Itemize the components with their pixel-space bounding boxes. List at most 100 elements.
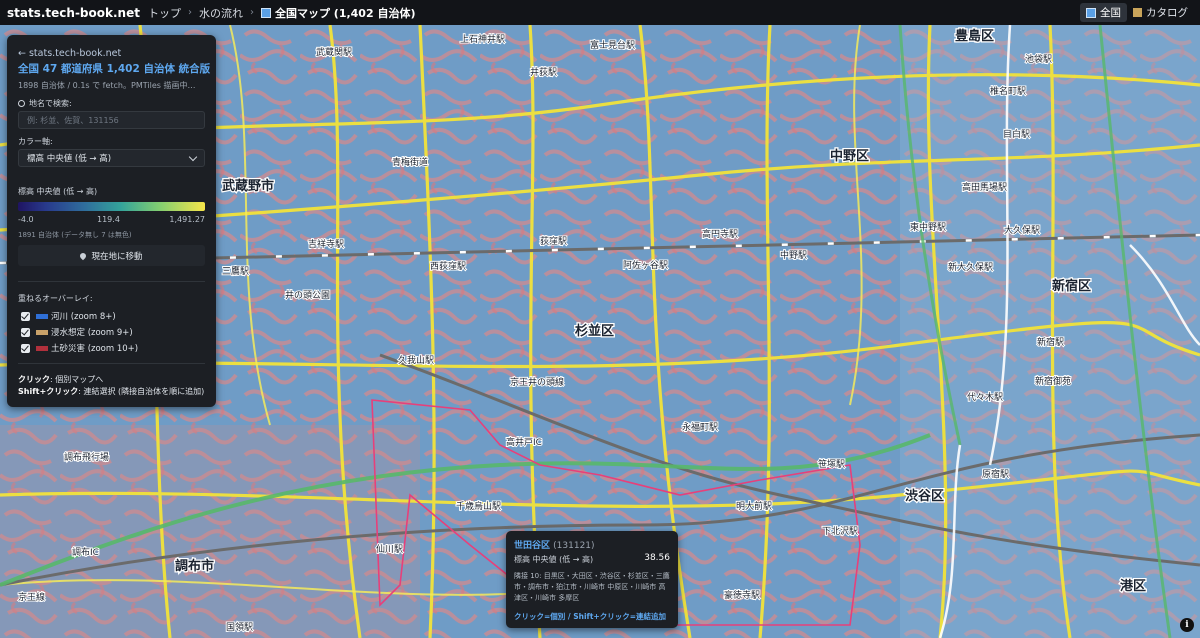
help-click: クリック: 個別マップへ — [18, 375, 104, 384]
map-label: 調布市 — [175, 558, 214, 574]
map-label: 吉祥寺駅 — [308, 238, 344, 250]
overlay-river-label: 河川 (zoom 8+) — [51, 312, 116, 322]
map-label: 千歳烏山駅 — [456, 500, 501, 512]
divider — [18, 281, 205, 282]
pin-icon — [79, 251, 88, 260]
overlay-landslide[interactable]: 土砂災害 (zoom 10+) — [21, 342, 138, 354]
map-label: 調布IC — [72, 546, 99, 558]
overlay-landslide-label: 土砂災害 (zoom 10+) — [51, 344, 139, 354]
search-input[interactable] — [18, 111, 205, 129]
search-label: 地名で検索: — [18, 98, 72, 109]
map-label: 上石神井駅 — [460, 33, 505, 45]
map-label: 京王線 — [18, 591, 45, 603]
back-link[interactable]: ← stats.tech-book.net — [18, 48, 121, 59]
map-label: 代々木駅 — [967, 391, 1003, 403]
map-label: 大久保駅 — [1004, 224, 1040, 236]
legend-mid: 119.4 — [97, 215, 120, 224]
control-panel: ← stats.tech-book.net 全国 47 都道府県 1,402 自… — [7, 35, 216, 407]
breadcrumb-water-flow[interactable]: 水の流れ — [199, 5, 243, 21]
legend-max: 1,491.27 — [169, 215, 205, 224]
map-label: 永福町駅 — [682, 421, 718, 433]
loading-status: 1898 自治体 / 0.1s で fetch。PMTiles 描画中… — [18, 81, 196, 90]
map-label: 明大前駅 — [736, 500, 772, 512]
info-icon[interactable]: i — [1180, 618, 1194, 632]
map-label: 武蔵関駅 — [316, 46, 352, 58]
locate-button[interactable]: 現在地に移動 — [18, 245, 205, 266]
tooltip-metric: 標高 中央値 (低 → 高) — [514, 555, 594, 564]
map-icon — [1086, 7, 1096, 18]
breadcrumb-separator-icon: › — [187, 7, 192, 18]
map-label: 新大久保駅 — [948, 261, 993, 273]
map-label: 新宿御苑 — [1035, 375, 1071, 387]
color-scale-bar — [18, 202, 205, 211]
map-label: 原宿駅 — [982, 468, 1009, 480]
nav-catalog-button[interactable]: カタログ — [1127, 3, 1194, 22]
map-label: 武蔵野市 — [222, 178, 274, 194]
tooltip-hint: クリック=個別 / Shift+クリック=連結追加 — [514, 612, 666, 621]
color-axis-value: 標高 中央値 (低 → 高) — [27, 154, 112, 164]
map-label: 三鷹駅 — [222, 265, 249, 277]
breadcrumb-top[interactable]: トップ — [148, 5, 181, 21]
map-label: 新宿区 — [1052, 278, 1091, 294]
search-label-text: 地名で検索: — [29, 99, 72, 108]
map-label: 豪徳寺駅 — [724, 589, 760, 601]
map-label: 渋谷区 — [905, 488, 944, 504]
map-label: 久我山駅 — [398, 354, 434, 366]
map-label: 下北沢駅 — [822, 525, 858, 537]
river-swatch — [36, 313, 48, 319]
breadcrumb-current: 全国マップ (1,402 自治体) — [260, 5, 415, 21]
nav-all-label: 全国 — [1100, 7, 1121, 19]
nav-all-button[interactable]: 全国 — [1080, 3, 1127, 22]
breadcrumb-separator-icon: › — [249, 7, 254, 18]
top-bar: stats.tech-book.net トップ › 水の流れ › 全国マップ (… — [0, 0, 1200, 25]
search-icon — [18, 100, 25, 107]
map-label: 椎名町駅 — [990, 85, 1026, 97]
color-axis-select[interactable]: 標高 中央値 (低 → 高) — [18, 149, 205, 167]
overlay-flood[interactable]: 浸水想定 (zoom 9+) — [21, 326, 133, 338]
overlay-label: 重ねるオーバーレイ: — [18, 294, 93, 303]
map-label: 中野駅 — [780, 249, 807, 261]
map-icon — [260, 7, 271, 18]
checkbox-checked-icon[interactable] — [21, 343, 30, 353]
map-label: 仙川駅 — [376, 543, 403, 555]
legend-min: -4.0 — [18, 215, 34, 224]
legend-title: 標高 中央値 (低 → 高) — [18, 187, 98, 196]
map-label: 高井戸IC — [506, 436, 542, 448]
locate-button-label: 現在地に移動 — [91, 251, 143, 262]
tooltip-value: 38.56 — [644, 553, 670, 563]
divider — [18, 363, 205, 364]
landslide-swatch — [36, 345, 48, 351]
map-label: 国領駅 — [226, 621, 253, 633]
map-label: 豊島区 — [955, 28, 994, 44]
overlay-river[interactable]: 河川 (zoom 8+) — [21, 310, 116, 322]
brand-link[interactable]: stats.tech-book.net — [7, 6, 140, 20]
color-axis-label: カラー軸: — [18, 137, 53, 146]
map-label: 笹塚駅 — [818, 458, 845, 470]
checkbox-checked-icon[interactable] — [21, 311, 30, 321]
tooltip-title: 世田谷区 (131121) — [514, 541, 595, 551]
map-label: 港区 — [1120, 578, 1146, 594]
map-label: 井荻駅 — [530, 66, 557, 78]
map-label: 目白駅 — [1003, 128, 1030, 140]
help-shift-click: Shift+クリック: 連結選択 (隣接自治体を順に追加) — [18, 387, 205, 396]
map-label: 杉並区 — [575, 323, 614, 339]
map-label: 中野区 — [830, 148, 869, 164]
flood-swatch — [36, 329, 48, 335]
map-label: 青梅街道 — [392, 156, 428, 168]
map-label: 新宿駅 — [1037, 336, 1064, 348]
map-label: 東中野駅 — [910, 221, 946, 233]
right-nav: 全国 カタログ — [1080, 3, 1194, 22]
map-label: 井の頭公園 — [285, 289, 330, 301]
books-icon — [1133, 8, 1142, 17]
count-note: 1891 自治体 (データ無し 7 は無色) — [18, 231, 132, 239]
map-label: 京王井の頭線 — [510, 376, 564, 388]
tooltip-neighbors: 隣接 10: 目黒区・大田区・渋谷区・杉並区・三鷹市・調布市・狛江市・川崎市 中… — [514, 572, 670, 602]
map-label: 調布飛行場 — [64, 451, 109, 463]
map-label: 西荻窪駅 — [430, 260, 466, 272]
map-label: 阿佐ヶ谷駅 — [623, 259, 668, 271]
map-label: 富士見台駅 — [590, 39, 635, 51]
nav-catalog-label: カタログ — [1146, 7, 1188, 19]
overlay-flood-label: 浸水想定 (zoom 9+) — [51, 328, 133, 338]
map-label: 高田馬場駅 — [962, 181, 1007, 193]
checkbox-checked-icon[interactable] — [21, 327, 30, 337]
